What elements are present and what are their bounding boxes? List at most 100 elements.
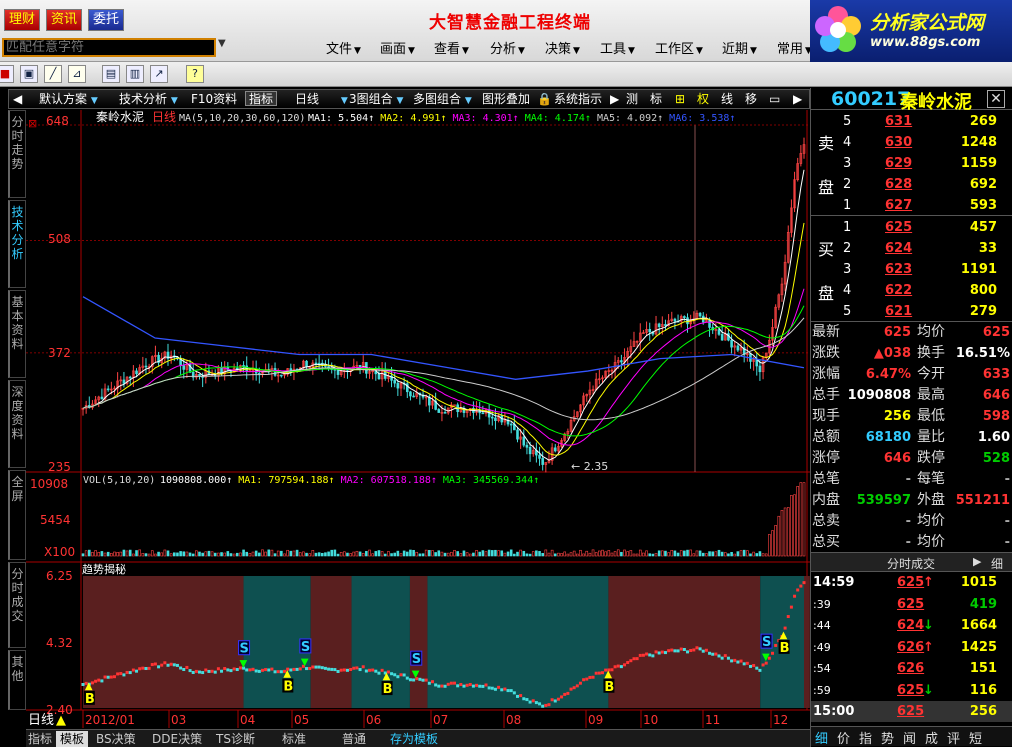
menu-decision[interactable]: 决策 ▼	[545, 38, 580, 57]
menu-tools[interactable]: 工具 ▼	[600, 38, 635, 57]
quote-tab-4[interactable]: 闻	[903, 728, 916, 747]
stat-row: 涨停 646 跌停 528	[811, 448, 1012, 469]
report-icon[interactable]: ▤	[102, 65, 120, 83]
quote-tab-5[interactable]: 成	[925, 728, 938, 747]
tab-dde-decision[interactable]: DDE决策	[148, 731, 206, 747]
order-button[interactable]: 委托	[88, 9, 125, 31]
trend-chart-icon[interactable]: ↗	[150, 65, 168, 83]
toolbar-system-indicator[interactable]: 系统指示	[554, 92, 602, 107]
window-icon[interactable]: ▭	[769, 92, 780, 107]
toolbar-f10[interactable]: F10资料	[191, 92, 237, 107]
sell-row[interactable]: 3 629 1159	[811, 153, 1012, 174]
search-dropdown-icon[interactable]: ▼	[218, 38, 226, 49]
chart-icon[interactable]: ■	[0, 65, 14, 83]
trend-step	[619, 665, 623, 669]
sell-row[interactable]: 5 631 269	[811, 111, 1012, 132]
quote-tab-3[interactable]: 势	[881, 728, 894, 747]
crosshair-icon[interactable]: ⊞	[675, 92, 685, 107]
quote-header: 600217 秦岭水泥 ✕	[811, 88, 1012, 113]
tab-fullscreen[interactable]: 全屏	[8, 470, 26, 560]
menu-file[interactable]: 文件 ▼	[326, 38, 361, 57]
sell-volume: 1159	[960, 156, 997, 171]
menu-common[interactable]: 常用 ▼	[777, 38, 812, 57]
trend-step	[437, 684, 441, 688]
candle-body	[100, 396, 104, 400]
trend-step	[153, 662, 157, 666]
menu-view-screen[interactable]: 画面 ▼	[380, 38, 415, 57]
tab-indicator[interactable]: 指标	[24, 731, 56, 747]
stat-value: 646	[982, 388, 1010, 403]
tab-tech-analysis[interactable]: 技术分析	[8, 200, 26, 288]
sell-row[interactable]: 4 630 1248	[811, 132, 1012, 153]
tools-icon[interactable]: ▥	[126, 65, 144, 83]
close-icon[interactable]: ✕	[987, 90, 1005, 108]
buy-row[interactable]: 1 625 457	[811, 217, 1012, 238]
toolbar-3-chart[interactable]: 3图组合 ▼	[349, 92, 403, 107]
draw-line-icon[interactable]: ╱	[44, 65, 62, 83]
kline-chart[interactable]: B▲S▼B▲S▼B▲S▼B▲S▼B▲ ⊠ 648 508 372 235 ← 2…	[26, 110, 810, 730]
buy-row[interactable]: 4 622 800	[811, 280, 1012, 301]
help-icon[interactable]: ?	[186, 65, 204, 83]
ticks-detail-button[interactable]: 细	[991, 555, 1003, 572]
play-icon[interactable]: ▶	[610, 92, 619, 107]
quote-tab-6[interactable]: 评	[947, 728, 960, 747]
volume-bar	[683, 550, 686, 557]
sell-row[interactable]: 1 627 593	[811, 195, 1012, 216]
menu-workspace[interactable]: 工作区 ▼	[655, 38, 703, 57]
day-period-indicator[interactable]: 日线 ▲	[0, 712, 80, 730]
buy-row[interactable]: 5 621 279	[811, 301, 1012, 322]
tab-standard[interactable]: 标准	[278, 731, 310, 747]
stat-label: 总卖	[812, 513, 840, 529]
tab-tick-trades[interactable]: 分时成交	[8, 562, 26, 648]
toolbar-default-scheme[interactable]: 默认方案 ▼	[39, 92, 98, 107]
toolbar-mark[interactable]: 标	[650, 92, 662, 107]
quote-tab-2[interactable]: 指	[859, 728, 872, 747]
toolbar-measure[interactable]: 测	[626, 92, 638, 107]
finance-button[interactable]: 理财	[4, 9, 41, 31]
menu-analysis[interactable]: 分析 ▼	[490, 38, 525, 57]
volume-bar	[346, 552, 349, 557]
close-chart-icon[interactable]: ⊠	[28, 117, 37, 130]
picture-icon[interactable]: ▣	[20, 65, 38, 83]
save-template-button[interactable]: 存为模板	[386, 731, 442, 747]
ticks-play-icon[interactable]: ▶	[973, 555, 981, 568]
quote-tab-0[interactable]: 细	[815, 728, 828, 747]
toolbar-move[interactable]: 移	[745, 92, 757, 107]
buy-row[interactable]: 3 623 1191	[811, 259, 1012, 280]
toolbar-daily[interactable]: 日线 ▼	[295, 92, 348, 107]
trend-step	[368, 668, 372, 672]
tab-deep-info[interactable]: 深度资料	[8, 380, 26, 468]
measure-icon[interactable]: ⊿	[68, 65, 86, 83]
tab-time-chart[interactable]: 分时走势	[8, 110, 26, 198]
tab-bs-decision[interactable]: BS决策	[92, 731, 140, 747]
scroll-right-icon[interactable]: ▶	[793, 92, 802, 107]
lock-icon[interactable]: 🔒	[537, 92, 552, 107]
toolbar-line[interactable]: 线	[721, 92, 733, 107]
sell-row[interactable]: 2 628 692	[811, 174, 1012, 195]
toolbar-multi-chart[interactable]: 多图组合 ▼	[413, 92, 472, 107]
menu-recent[interactable]: 近期 ▼	[722, 38, 757, 57]
buy-row[interactable]: 2 624 33	[811, 238, 1012, 259]
trend-step	[723, 654, 727, 658]
search-input[interactable]	[2, 38, 216, 57]
tab-basic-info[interactable]: 基本资料	[8, 290, 26, 378]
toolbar-indicator[interactable]: 指标	[245, 91, 278, 106]
trend-step	[755, 666, 759, 670]
toolbar-overlay[interactable]: 图形叠加	[482, 92, 530, 107]
tab-normal[interactable]: 普通	[338, 731, 370, 747]
quote-tab-7[interactable]: 短	[969, 728, 982, 747]
tab-ts-diagnosis[interactable]: TS诊断	[212, 731, 259, 747]
logo-text: 分析家公式网	[870, 12, 985, 34]
trend-step	[194, 669, 198, 673]
scroll-left-icon[interactable]: ◀	[13, 92, 22, 107]
tab-other[interactable]: 其他	[8, 650, 26, 710]
tab-template[interactable]: 模板	[56, 731, 89, 747]
stat-value: -	[1004, 472, 1010, 487]
menu-view[interactable]: 查看 ▼	[434, 38, 469, 57]
toolbar-tech-analysis[interactable]: 技术分析 ▼	[119, 92, 178, 107]
buy-volume: 457	[969, 220, 997, 235]
news-button[interactable]: 资讯	[46, 9, 83, 31]
tick-price: 625	[897, 682, 925, 698]
toolbar-rights[interactable]: 权	[697, 92, 709, 107]
quote-tab-1[interactable]: 价	[837, 728, 850, 747]
